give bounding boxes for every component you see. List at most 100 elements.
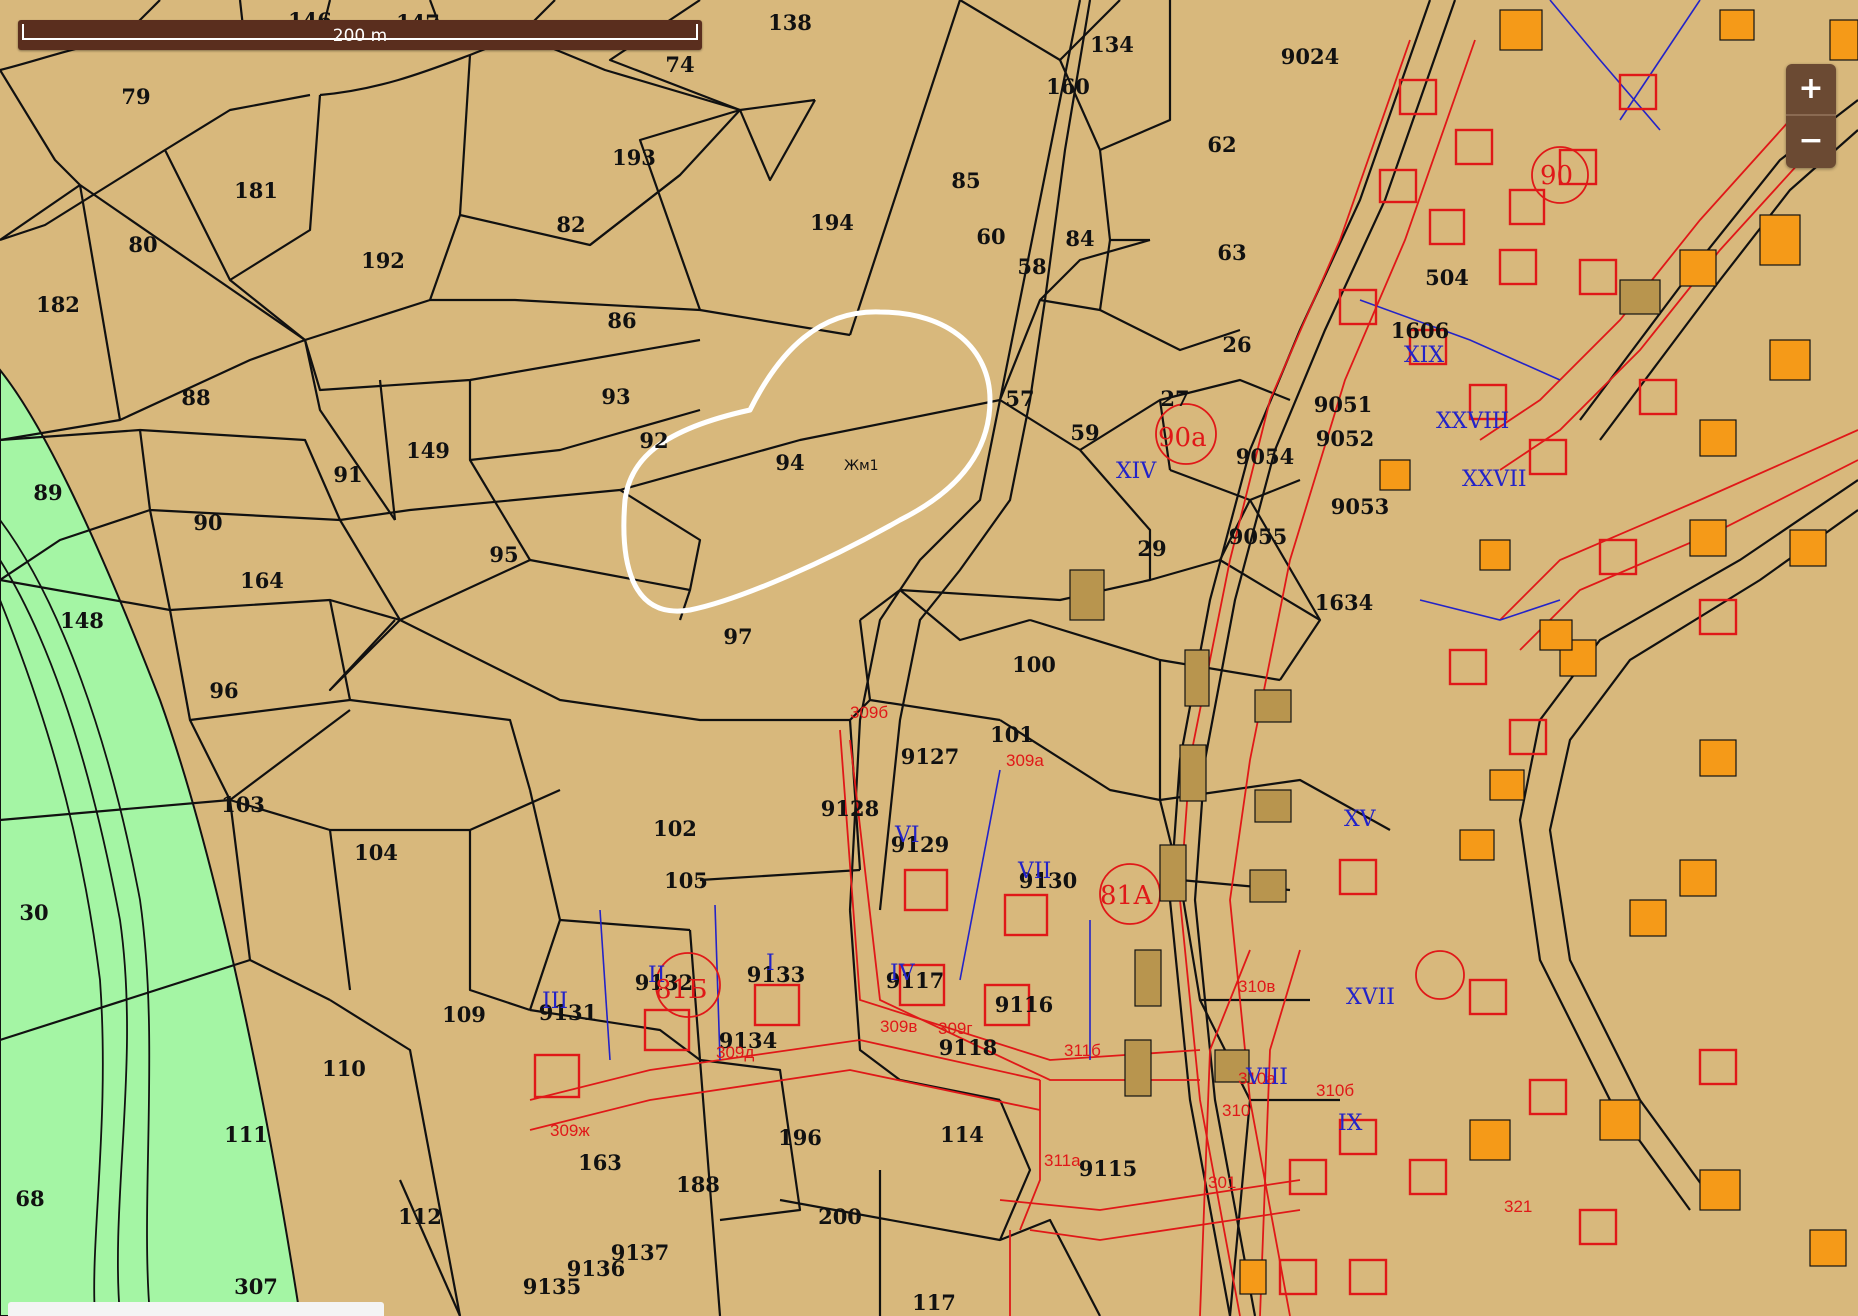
parcel-188: 188 xyxy=(676,1172,720,1197)
red-label-309a: 309а xyxy=(1006,751,1044,770)
parcel-30a: 30 xyxy=(19,900,48,925)
parcel-9128: 9128 xyxy=(821,796,879,821)
red-label-311a: 311а xyxy=(1044,1151,1081,1170)
parcel-109: 109 xyxy=(442,1002,486,1027)
parcel-9115: 9115 xyxy=(1079,1156,1137,1181)
parcel-26: 26 xyxy=(1222,332,1251,357)
parcel-62: 62 xyxy=(1207,132,1236,157)
parcel-196: 196 xyxy=(778,1125,822,1150)
red-label-309d: 309д xyxy=(716,1043,754,1062)
parcel-95: 95 xyxy=(489,542,518,567)
parcel-88: 88 xyxy=(181,385,210,410)
parcel-9052: 9052 xyxy=(1316,426,1374,451)
parcel-9116: 9116 xyxy=(995,992,1053,1017)
red-label-309zh: 309ж xyxy=(550,1121,590,1140)
parcel-9133: 9133 xyxy=(747,962,805,987)
parcel-96: 96 xyxy=(209,678,238,703)
parcel-104: 104 xyxy=(354,840,398,865)
red-label-310b: 310б xyxy=(1316,1081,1354,1100)
parcel-59: 59 xyxy=(1070,420,1099,445)
parcel-9137: 9137 xyxy=(611,1240,669,1265)
parcel-9127: 9127 xyxy=(901,744,959,769)
bottom-panel xyxy=(8,1302,384,1316)
parcel-9055: 9055 xyxy=(1229,524,1287,549)
parcel-148: 148 xyxy=(60,608,104,633)
parcel-138: 138 xyxy=(768,10,812,35)
parcel-149: 149 xyxy=(406,438,450,463)
scale-bar: 200 m xyxy=(18,20,702,50)
blue-label-xix: XIX xyxy=(1404,343,1444,368)
blue-label-xv: XV xyxy=(1344,807,1377,832)
parcel-164: 164 xyxy=(240,568,284,593)
parcel-134: 134 xyxy=(1090,32,1134,57)
parcel-90: 90 xyxy=(193,510,222,535)
cadastral-map[interactable]: 79 74 138 134 160 9024 62 146 147 193 18… xyxy=(0,0,1858,1316)
parcel-102: 102 xyxy=(653,816,697,841)
scale-bar-label: 200 m xyxy=(332,26,388,46)
blue-label-xvii: XVII xyxy=(1346,985,1395,1010)
blue-label-viii: VIII xyxy=(1245,1065,1288,1090)
red-label-310v: 310в xyxy=(1238,977,1275,996)
parcel-82: 82 xyxy=(556,212,585,237)
parcel-101: 101 xyxy=(990,722,1034,747)
block-label-90a: 90а xyxy=(1158,423,1207,453)
parcel-181: 181 xyxy=(234,178,278,203)
blue-label-vii: VII xyxy=(1017,859,1051,884)
parcel-103: 103 xyxy=(221,792,265,817)
parcel-105: 105 xyxy=(664,868,708,893)
parcel-27: 27 xyxy=(1160,386,1189,411)
parcel-74: 74 xyxy=(665,52,694,77)
parcel-192: 192 xyxy=(361,248,405,273)
parcel-110: 110 xyxy=(322,1056,366,1081)
parcel-1634: 1634 xyxy=(1315,590,1373,615)
parcel-200: 200 xyxy=(818,1204,862,1229)
blue-label-vi: VI xyxy=(894,823,920,848)
parcel-93: 93 xyxy=(601,384,630,409)
red-label-309g: 309г xyxy=(938,1019,973,1038)
parcel-89: 89 xyxy=(33,480,62,505)
blue-label-iv: IV xyxy=(890,961,916,986)
red-label-310: 310 xyxy=(1222,1101,1250,1120)
red-label-309b: 309б xyxy=(850,703,888,722)
parcel-92: 92 xyxy=(639,428,668,453)
parcel-117: 117 xyxy=(912,1290,956,1315)
parcel-29: 29 xyxy=(1137,536,1166,561)
red-label-311b: 311б xyxy=(1064,1041,1101,1060)
parcel-97: 97 xyxy=(723,624,752,649)
parcel-114: 114 xyxy=(940,1122,984,1147)
parcel-193: 193 xyxy=(612,145,656,170)
zoom-out-button[interactable]: − xyxy=(1786,114,1836,166)
blue-label-xxviii: XXVIII xyxy=(1436,409,1509,434)
parcel-63: 63 xyxy=(1217,240,1246,265)
red-label-321: 321 xyxy=(1504,1197,1532,1216)
parcel-68: 68 xyxy=(15,1186,44,1211)
parcel-112: 112 xyxy=(398,1204,442,1229)
parcel-60: 60 xyxy=(976,224,1005,249)
red-label-301: 301 xyxy=(1208,1173,1236,1192)
parcel-194: 194 xyxy=(810,210,854,235)
parcel-58: 58 xyxy=(1017,254,1046,279)
parcel-160: 160 xyxy=(1046,74,1090,99)
block-label-81a: 81А xyxy=(1100,881,1153,911)
zoom-in-button[interactable]: + xyxy=(1786,64,1836,114)
zone-code-label: Жм1 xyxy=(844,458,879,474)
parcel-504: 504 xyxy=(1425,265,1469,290)
blue-label-xxvii: XXVII xyxy=(1462,467,1527,492)
parcel-57: 57 xyxy=(1005,386,1034,411)
parcel-100: 100 xyxy=(1012,652,1056,677)
parcel-86: 86 xyxy=(607,308,636,333)
parcel-79: 79 xyxy=(121,84,150,109)
parcel-9053: 9053 xyxy=(1331,494,1389,519)
block-label-81b: 81Б xyxy=(655,975,707,1005)
parcel-85: 85 xyxy=(951,168,980,193)
parcel-9051: 9051 xyxy=(1314,392,1372,417)
blue-label-ix: IX xyxy=(1338,1111,1363,1136)
parcel-9118: 9118 xyxy=(939,1035,997,1060)
parcel-9024: 9024 xyxy=(1281,44,1339,69)
blue-label-xiv: XIV xyxy=(1116,459,1157,484)
parcel-91: 91 xyxy=(333,462,362,487)
parcel-1606: 1606 xyxy=(1391,318,1449,343)
parcel-9054: 9054 xyxy=(1236,444,1294,469)
parcel-94: 94 xyxy=(775,450,804,475)
red-label-309v: 309в xyxy=(880,1017,917,1036)
